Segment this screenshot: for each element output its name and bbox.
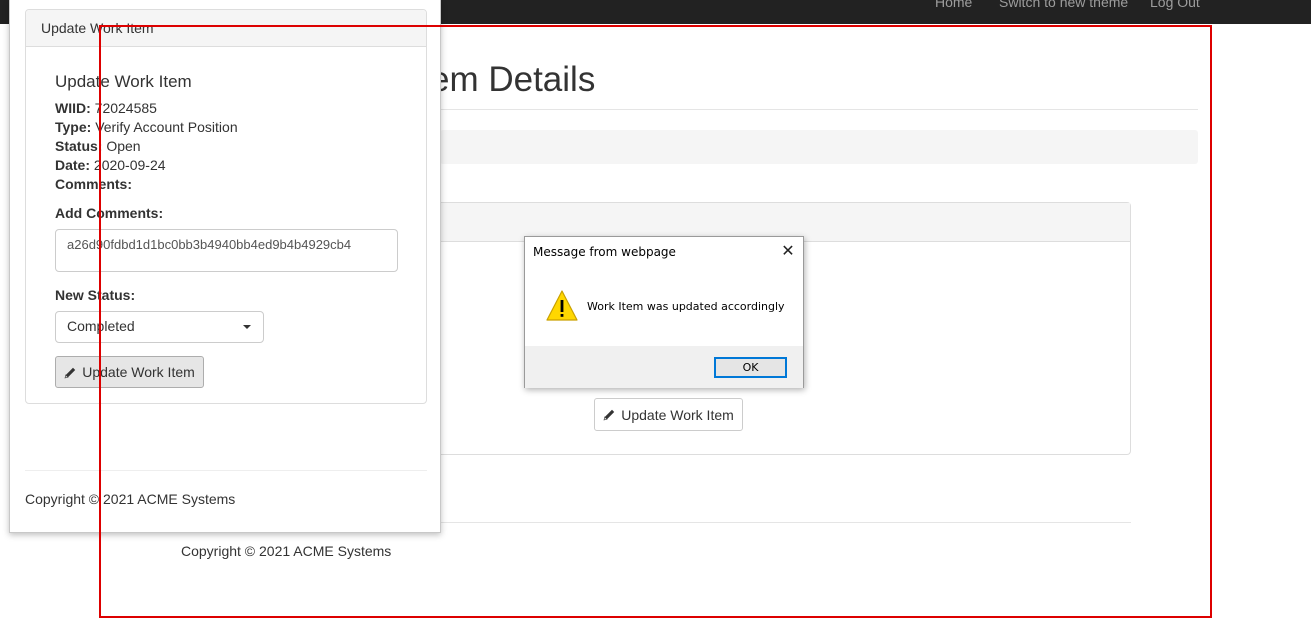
dialog-message: Work Item was updated accordingly <box>587 300 785 313</box>
nav-link-log-out[interactable]: Log Out <box>1150 0 1200 10</box>
nav-link-home[interactable]: Home <box>935 0 972 10</box>
dialog-footer: OK <box>525 346 803 388</box>
ok-button[interactable]: OK <box>714 357 787 378</box>
pencil-icon <box>64 367 76 378</box>
message-dialog: Message from webpage ✕ Work Item was upd… <box>524 236 804 388</box>
type-label: Type: <box>55 119 92 135</box>
date-label: Date: <box>55 157 91 173</box>
nav-link-switch-theme[interactable]: Switch to new theme <box>999 0 1128 10</box>
warning-icon <box>546 290 578 321</box>
wiid-label: WIID: <box>55 100 91 116</box>
close-icon[interactable]: ✕ <box>781 243 795 259</box>
status-label: Status: <box>55 138 103 154</box>
dialog-title: Message from webpage <box>533 245 676 259</box>
